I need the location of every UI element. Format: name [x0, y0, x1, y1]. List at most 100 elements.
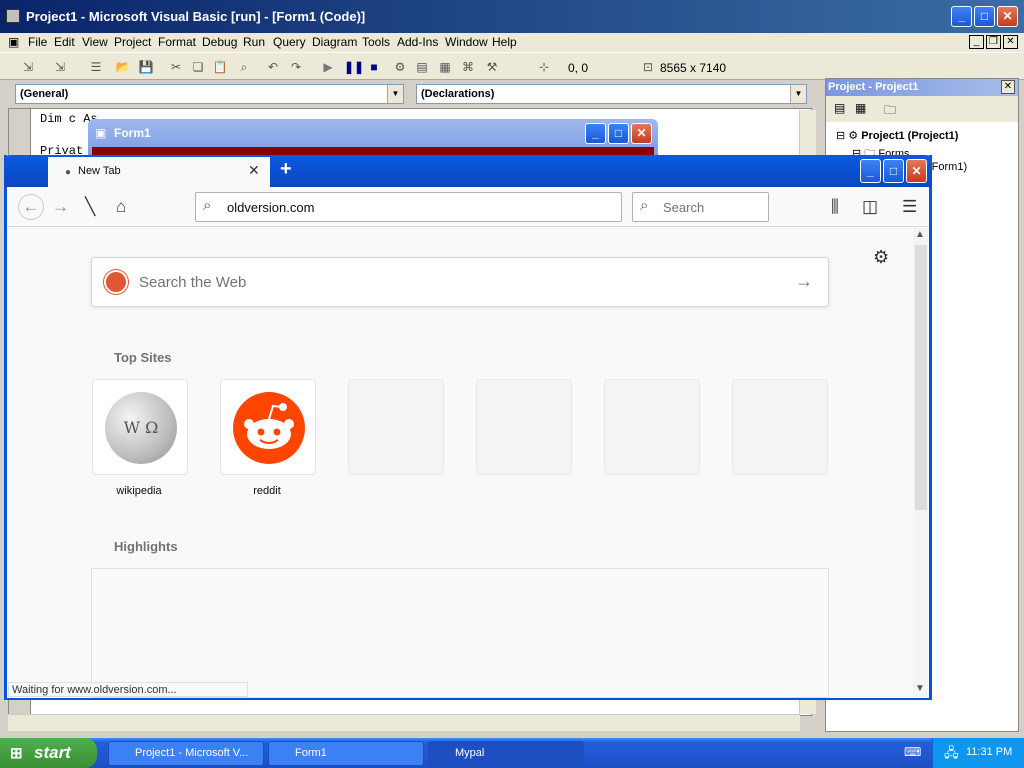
- web-search-placeholder: Search the Web: [139, 274, 247, 291]
- taskbar-item-mypal[interactable]: Mypal: [428, 741, 584, 766]
- minimize-button[interactable]: _: [951, 6, 972, 27]
- browser-maximize-button[interactable]: □: [883, 159, 904, 183]
- project-explorer-toolbar: ▤ ▦ 🗀: [826, 96, 1018, 122]
- menu-debug[interactable]: Debug: [202, 35, 237, 49]
- scroll-up-icon[interactable]: ▲: [915, 229, 925, 240]
- status-bar-text: Waiting for www.oldversion.com...: [8, 682, 248, 697]
- tree-item-form1[interactable]: (Form1): [928, 161, 967, 173]
- windows-flag-icon: ⊞: [10, 745, 23, 762]
- browser-close-button[interactable]: ✕: [906, 159, 927, 183]
- taskbar-item-vb[interactable]: Project1 - Microsoft V...: [108, 741, 264, 766]
- start-button[interactable]: ⊞ start: [0, 738, 97, 768]
- vb-titlebar: Project1 - Microsoft Visual Basic [run] …: [0, 0, 1024, 33]
- object-combo[interactable]: (General) ▼: [15, 84, 404, 104]
- tab-new-tab-label: New Tab: [78, 165, 121, 177]
- taskbar-item-form1[interactable]: Form1: [268, 741, 424, 766]
- menu-format[interactable]: Format: [158, 35, 196, 49]
- menu-query[interactable]: Query: [273, 35, 306, 49]
- paste-icon[interactable]: 📋: [212, 59, 228, 75]
- run-icon[interactable]: ▶: [320, 59, 336, 75]
- top-site-tile-empty: [476, 379, 572, 475]
- top-site-tile-reddit[interactable]: [220, 379, 316, 475]
- view-object-icon[interactable]: ▦: [855, 101, 866, 115]
- maximize-button[interactable]: □: [974, 6, 995, 27]
- browser-minimize-button[interactable]: _: [860, 159, 881, 183]
- expand-icon[interactable]: ⊟: [836, 130, 845, 142]
- mdi-close-button[interactable]: ✕: [1003, 35, 1018, 49]
- top-site-label: wikipedia: [116, 485, 162, 497]
- procedure-combo-value: (Declarations): [421, 88, 495, 100]
- wikipedia-globe-icon: W Ω: [105, 392, 177, 464]
- top-site-tile-empty: [604, 379, 700, 475]
- menu-edit[interactable]: Edit: [54, 35, 75, 49]
- toolbox-icon[interactable]: ⚒: [484, 59, 500, 75]
- hamburger-menu-icon[interactable]: ☰: [902, 197, 917, 217]
- code-horizontal-scrollbar[interactable]: [8, 714, 800, 731]
- properties-icon[interactable]: ▤: [414, 59, 430, 75]
- gear-icon[interactable]: ⚙: [873, 247, 889, 268]
- menu-help[interactable]: Help: [492, 35, 517, 49]
- copy-icon[interactable]: ❏: [190, 59, 206, 75]
- vb-window-title: Project1 - Microsoft Visual Basic [run] …: [26, 9, 366, 24]
- procedure-combo[interactable]: (Declarations) ▼: [416, 84, 807, 104]
- toggle-folders-icon[interactable]: 🗀: [884, 101, 896, 122]
- forward-button[interactable]: →: [52, 197, 69, 217]
- form-layout-icon[interactable]: ▦: [437, 59, 453, 75]
- new-tab-button[interactable]: +: [280, 158, 292, 181]
- close-icon[interactable]: ✕: [1001, 80, 1015, 94]
- open-icon[interactable]: 📂: [115, 59, 131, 75]
- menu-view[interactable]: View: [82, 35, 108, 49]
- search-placeholder: Search: [663, 200, 705, 215]
- menu-project[interactable]: Project: [114, 35, 151, 49]
- keyboard-icon[interactable]: ⌨: [904, 745, 921, 759]
- stop-icon[interactable]: ■: [366, 59, 382, 75]
- redo-icon[interactable]: ↷: [288, 59, 304, 75]
- library-icon[interactable]: ⫼: [831, 197, 839, 217]
- tree-item-project[interactable]: ⊟ ⚙ Project1 (Project1): [836, 129, 958, 142]
- undo-icon[interactable]: ↶: [265, 59, 281, 75]
- menu-diagram[interactable]: Diagram: [312, 35, 357, 49]
- arrow-right-icon[interactable]: →: [795, 271, 813, 292]
- top-site-tile-wikipedia[interactable]: W Ω: [92, 379, 188, 475]
- form-icon: ▣: [95, 126, 107, 140]
- stop-loading-button[interactable]: ╲: [85, 197, 95, 217]
- close-tab-icon[interactable]: ✕: [248, 162, 260, 179]
- find-icon[interactable]: ⌕: [236, 59, 252, 75]
- taskbar-item-label: Mypal: [455, 747, 485, 759]
- add-form-icon[interactable]: ⇲: [52, 59, 68, 75]
- home-button[interactable]: ⌂: [116, 197, 126, 217]
- url-text[interactable]: oldversion.com: [227, 200, 314, 215]
- form1-title: Form1: [114, 126, 151, 140]
- menu-add-ins[interactable]: Add-Ins: [397, 35, 438, 49]
- save-icon[interactable]: 💾: [138, 59, 154, 75]
- add-project-icon[interactable]: ⇲: [20, 59, 36, 75]
- form1-minimize-button[interactable]: _: [585, 123, 606, 144]
- project-explorer-icon[interactable]: ⚙: [392, 59, 408, 75]
- search-icon: ⌕: [640, 197, 649, 214]
- form1-close-button[interactable]: ✕: [631, 123, 652, 144]
- close-button[interactable]: ✕: [997, 6, 1018, 27]
- sidebar-icon[interactable]: ◫: [862, 197, 878, 217]
- menu-window[interactable]: Window: [445, 35, 488, 49]
- scrollbar-thumb[interactable]: [915, 245, 927, 510]
- cut-icon[interactable]: ✂: [168, 59, 184, 75]
- view-code-icon[interactable]: ▤: [834, 101, 845, 115]
- form1-maximize-button[interactable]: □: [608, 123, 629, 144]
- menu-tools[interactable]: Tools: [362, 35, 390, 49]
- menu-file[interactable]: File: [28, 35, 47, 49]
- chevron-down-icon[interactable]: ▼: [387, 85, 403, 103]
- network-icon[interactable]: 🖧: [944, 744, 959, 766]
- mdi-minimize-button[interactable]: _: [969, 35, 984, 49]
- menu-run[interactable]: Run: [243, 35, 265, 49]
- start-label: start: [34, 743, 71, 762]
- scroll-down-icon[interactable]: ▼: [915, 683, 925, 694]
- object-combo-value: (General): [20, 88, 69, 100]
- chevron-down-icon[interactable]: ▼: [790, 85, 806, 103]
- mdi-restore-button[interactable]: ❐: [986, 35, 1001, 49]
- highlights-title: Highlights: [114, 539, 178, 554]
- pause-icon[interactable]: ❚❚: [344, 59, 364, 75]
- tree-item-project-label: Project1 (Project1): [861, 130, 959, 142]
- menu-editor-icon[interactable]: ☰: [88, 59, 104, 75]
- object-browser-icon[interactable]: ⌘: [460, 59, 476, 75]
- back-button[interactable]: ←: [18, 194, 44, 220]
